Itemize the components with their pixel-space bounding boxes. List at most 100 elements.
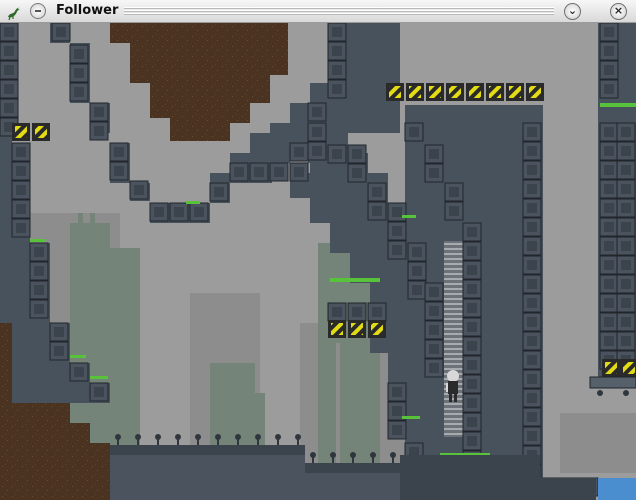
metal-block-inset	[449, 187, 459, 197]
rail-stem	[257, 437, 259, 445]
metal-block-inset	[467, 303, 477, 313]
rail-stem	[157, 437, 159, 445]
metal-block-inset	[604, 279, 614, 289]
metal-block-inset	[604, 260, 614, 270]
game-scene	[0, 23, 636, 500]
rail-stem	[312, 455, 314, 463]
metal-block-inset	[467, 360, 477, 370]
metal-block-inset	[429, 325, 439, 335]
metal-block-inset	[74, 68, 84, 78]
hazard-stripes	[449, 86, 461, 98]
hazard-stripes	[529, 86, 541, 98]
metal-block-inset	[527, 355, 537, 365]
chevron-down-icon[interactable]: ⌄	[564, 3, 581, 20]
metal-block-inset	[467, 341, 477, 351]
metal-block-inset	[621, 241, 631, 251]
metal-block-inset	[527, 317, 537, 327]
metal-block-inset	[154, 207, 164, 217]
metal-block-inset	[527, 165, 537, 175]
metal-block-inset	[604, 165, 614, 175]
metal-block-inset	[467, 265, 477, 275]
metal-block-inset	[412, 285, 422, 295]
hazard-stripes	[15, 126, 27, 138]
metal-block-inset	[621, 203, 631, 213]
hazard-stripes	[429, 86, 441, 98]
metal-block-inset	[254, 167, 264, 177]
metal-block-inset	[527, 146, 537, 156]
metal-block-inset	[16, 204, 26, 214]
metal-block-inset	[412, 247, 422, 257]
metal-block-inset	[527, 393, 537, 403]
metal-block-inset	[352, 149, 362, 159]
metal-block-inset	[621, 336, 631, 346]
metal-block-inset	[332, 84, 342, 94]
metal-block-inset	[429, 344, 439, 354]
metal-block-inset	[16, 166, 26, 176]
metal-block-inset	[34, 247, 44, 257]
metal-block-inset	[604, 184, 614, 194]
ground-floor	[400, 455, 540, 500]
ladder[interactable]	[444, 241, 463, 437]
metal-block-inset	[467, 436, 477, 446]
metal-block-inset	[332, 65, 342, 75]
water-pool	[598, 478, 636, 500]
metal-block-inset	[372, 307, 382, 317]
metal-block-inset	[392, 245, 402, 255]
metal-block-inset	[94, 107, 104, 117]
metal-block-inset	[16, 185, 26, 195]
metal-block-inset	[621, 127, 631, 137]
metal-block-inset	[604, 27, 614, 37]
metal-block-inset	[527, 241, 537, 251]
rail-stem	[277, 437, 279, 445]
metal-block-inset	[312, 107, 322, 117]
metal-block-inset	[467, 227, 477, 237]
game-window: Follower ⌄ ×	[0, 0, 636, 500]
metal-block-inset	[467, 322, 477, 332]
metal-block-inset	[412, 266, 422, 276]
metal-block-inset	[134, 185, 144, 195]
hazard-stripes	[35, 126, 47, 138]
ground-floor-right	[540, 478, 596, 500]
metal-block-inset	[392, 207, 402, 217]
metal-block-inset	[4, 27, 14, 37]
metal-block-inset	[194, 207, 204, 217]
metal-block-inset	[114, 147, 124, 157]
metal-block-inset	[332, 46, 342, 56]
window-menu-icon[interactable]	[30, 3, 46, 19]
metal-block-inset	[604, 46, 614, 56]
close-icon[interactable]: ×	[610, 3, 627, 20]
metal-block-inset	[294, 147, 304, 157]
metal-block-inset	[54, 346, 64, 356]
metal-block-inset	[527, 412, 537, 422]
metal-block-inset	[392, 387, 402, 397]
metal-block-inset	[352, 307, 362, 317]
metal-block-inset	[621, 146, 631, 156]
hazard-stripes	[351, 323, 363, 335]
metal-block-inset	[527, 260, 537, 270]
metal-block-inset	[332, 149, 342, 159]
metal-block-inset	[621, 184, 631, 194]
rail-stem	[197, 437, 199, 445]
window-title: Follower	[56, 3, 119, 18]
metal-block-inset	[527, 184, 537, 194]
rail-stem	[352, 455, 354, 463]
metal-block-inset	[604, 203, 614, 213]
metal-block-inset	[56, 27, 66, 37]
title-bar[interactable]: Follower ⌄ ×	[0, 0, 636, 23]
metal-block-inset	[94, 126, 104, 136]
game-viewport[interactable]	[0, 23, 636, 500]
metal-block-inset	[429, 306, 439, 316]
rail-stem	[177, 437, 179, 445]
metal-block-inset	[429, 149, 439, 159]
metal-block-inset	[621, 260, 631, 270]
metal-block-inset	[621, 317, 631, 327]
hazard-stripes	[389, 86, 401, 98]
metal-block-inset	[74, 367, 84, 377]
hazard-stripes	[623, 362, 635, 374]
metal-block-inset	[527, 298, 537, 308]
metal-block-inset	[4, 84, 14, 94]
metal-block-inset	[214, 187, 224, 197]
metal-block-inset	[527, 279, 537, 289]
metal-block-inset	[527, 431, 537, 441]
metal-block-inset	[429, 168, 439, 178]
